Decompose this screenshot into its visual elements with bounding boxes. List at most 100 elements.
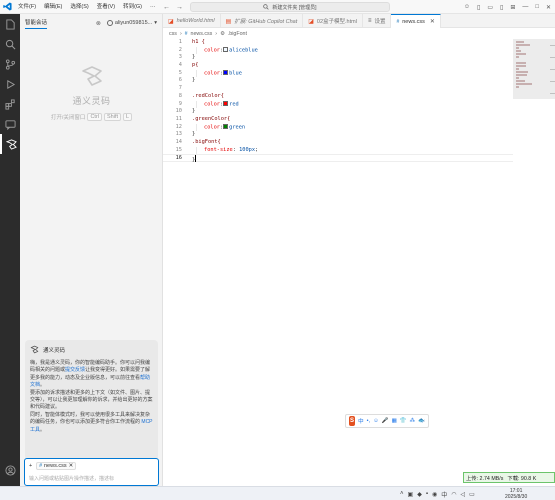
add-context-icon[interactable]: + [29, 463, 32, 469]
tray-app-icon[interactable]: ◉ [432, 491, 437, 498]
tab-settings[interactable]: ≡ 设置 [363, 14, 392, 28]
selector-token: p{ [192, 62, 199, 69]
back-arrow-icon[interactable]: ← [163, 4, 170, 11]
menu-bar: 文件(F) 编辑(E) 选择(S) 查看(V) 转到(G) ··· [14, 0, 160, 14]
vertical-scrollbar[interactable] [550, 39, 555, 486]
line-number: 10 [175, 108, 182, 115]
selector-token: .greenColor{ [192, 115, 231, 122]
css-file-icon: # [396, 18, 400, 25]
shortcut-label: 打开/关闭窗口 [50, 115, 86, 121]
tab-extension-copilot-chat[interactable]: ▤ 扩展: GitHub Copilot Chat [221, 14, 304, 28]
value-token: red [229, 101, 239, 107]
maximize-button[interactable]: □ [535, 4, 539, 10]
close-window-button[interactable]: ✕ [546, 4, 551, 11]
chip-label: news.css [44, 463, 67, 469]
tab-box-model-html[interactable]: ◪ 02盒子模型.html [303, 14, 363, 28]
tray-app-icon[interactable]: ◆ [417, 491, 422, 498]
minimap-lines [516, 41, 532, 89]
shortcut-hint: 打开/关闭窗口 Ctrl Shift L [20, 113, 163, 121]
customize-layout-icon[interactable]: ⊞ [510, 4, 515, 11]
html-file-icon: ◪ [308, 18, 314, 25]
fish-icon[interactable]: 🐟 [418, 418, 425, 424]
file-context-chip[interactable]: # news.css ✕ [36, 462, 77, 470]
line-number: 2 [178, 46, 182, 53]
menu-selection[interactable]: 选择(S) [66, 0, 92, 14]
breadcrumb-symbol[interactable]: .bigFont [228, 31, 247, 37]
chat-icon[interactable] [0, 114, 20, 134]
volume-icon[interactable]: ◁ [460, 491, 465, 498]
search-icon[interactable] [0, 34, 20, 54]
color-swatch[interactable] [223, 123, 229, 129]
account-icon[interactable] [0, 460, 20, 480]
user-account[interactable]: aliyun059815... ▾ [106, 20, 157, 26]
clock[interactable]: 17:01 2025/8/30 [505, 488, 527, 500]
forward-arrow-icon[interactable]: → [176, 4, 183, 11]
breadcrumb-folder[interactable]: css [169, 31, 177, 37]
layout-secondary-icon[interactable]: ▯ [500, 4, 503, 11]
layout-panel-icon[interactable]: ▭ [487, 4, 493, 11]
run-debug-icon[interactable] [0, 74, 20, 94]
sogou-logo-icon[interactable]: S [349, 416, 356, 426]
source-control-icon[interactable] [0, 54, 20, 74]
color-swatch[interactable] [223, 69, 229, 75]
line-number: 14 [175, 138, 182, 145]
intro-paragraph: 嗨，我是通义灵码，你的智能编码助手。你可以问我编码相关的问题或提交反馈让我变得更… [30, 360, 153, 390]
emoji-icon[interactable]: ☺ [373, 418, 379, 424]
layout-sidebar-icon[interactable]: ▯ [477, 4, 480, 11]
tray-app-icon[interactable]: ▣ [408, 491, 414, 498]
line-number: 5 [178, 69, 182, 76]
tab-helloworld-html[interactable]: ◪ helloWorld.html [163, 14, 221, 28]
minimize-button[interactable]: — [522, 4, 528, 10]
color-swatch[interactable] [223, 100, 229, 106]
ime-indicator[interactable]: 中 [441, 490, 447, 499]
code-line: 6} [163, 77, 513, 85]
text-cursor [195, 155, 197, 163]
menu-file[interactable]: 文件(F) [14, 0, 40, 14]
copilot-icon[interactable]: ☺ [464, 4, 470, 10]
code-editor[interactable]: 1 h1 { 2 color: aliceblue 3} 4 p{ 5 color: blu… [163, 39, 513, 486]
tongyi-lingma-icon[interactable] [0, 134, 20, 154]
toolbox-icon[interactable]: ⁂ [410, 418, 416, 424]
wifi-icon[interactable]: ◠ [451, 491, 456, 498]
skin-icon[interactable]: 👕 [400, 418, 407, 424]
feedback-link[interactable]: 提交反馈 [65, 367, 85, 373]
code-line: 14 .bigFont{ [163, 139, 513, 147]
explorer-icon[interactable] [0, 14, 20, 34]
remove-chip-icon[interactable]: ✕ [69, 463, 74, 469]
chevron-right-icon: › [179, 30, 182, 37]
tab-smart-chat[interactable]: 智能会话 [25, 18, 48, 29]
battery-icon[interactable]: ▭ [469, 491, 475, 498]
breadcrumb-file[interactable]: news.css [191, 31, 213, 37]
menu-more[interactable]: ··· [146, 0, 160, 14]
key-shift: Shift [104, 113, 122, 121]
menu-view[interactable]: 查看(V) [93, 0, 119, 14]
menu-goto[interactable]: 转到(G) [119, 0, 146, 14]
download-speed: 下载: 90.8 K [507, 475, 537, 482]
menu-edit[interactable]: 编辑(E) [40, 0, 66, 14]
chevron-up-icon[interactable]: ˄ [400, 491, 404, 497]
tray-app-icon[interactable]: ▪ [426, 491, 428, 497]
ime-language-toggle[interactable]: 中 [358, 417, 364, 425]
close-tab-icon[interactable]: ✕ [430, 18, 435, 25]
microphone-icon[interactable]: 🎤 [382, 418, 389, 424]
line-number: 1 [178, 39, 182, 45]
context-paragraph: 要添加的诉求描述和更多的上下文（如文件、图片、提交等），可以让我更加理解你的诉求… [30, 389, 153, 411]
minimap[interactable] [513, 39, 555, 486]
chat-input-box[interactable]: + # news.css ✕ 输入问题或粘贴图片操作描述，描述标 [24, 458, 159, 486]
command-center-search[interactable]: 新建文件夹 [管理员] [190, 2, 390, 12]
value-token: blue [229, 70, 242, 77]
code-line: 3} [163, 54, 513, 62]
chat-side-panel: 智能会话 ⊗ aliyun059815... ▾ 通义灵码 打开/关闭窗口 Ct… [20, 14, 163, 486]
assistant-message: 嗨，我是通义灵码，你的智能编码助手。你可以问我编码相关的问题或提交反馈让我变得更… [30, 360, 153, 434]
ime-toolbar: S 中 •, ☺ 🎤 ▦ 👕 ⁂ 🐟 [345, 414, 429, 428]
tab-news-css[interactable]: # news.css ✕ [391, 14, 441, 28]
property-token: color [204, 124, 220, 131]
punctuation-icon[interactable]: •, [367, 418, 370, 424]
code-line: 9 color: red [163, 100, 513, 109]
extensions-icon[interactable] [0, 94, 20, 114]
keyboard-icon[interactable]: ▦ [392, 418, 397, 424]
selector-icon: ⚙ [220, 30, 225, 37]
color-swatch[interactable] [223, 46, 229, 52]
close-panel-icon[interactable]: ⊗ [96, 20, 101, 27]
selector-token: .bigFont{ [192, 138, 221, 145]
